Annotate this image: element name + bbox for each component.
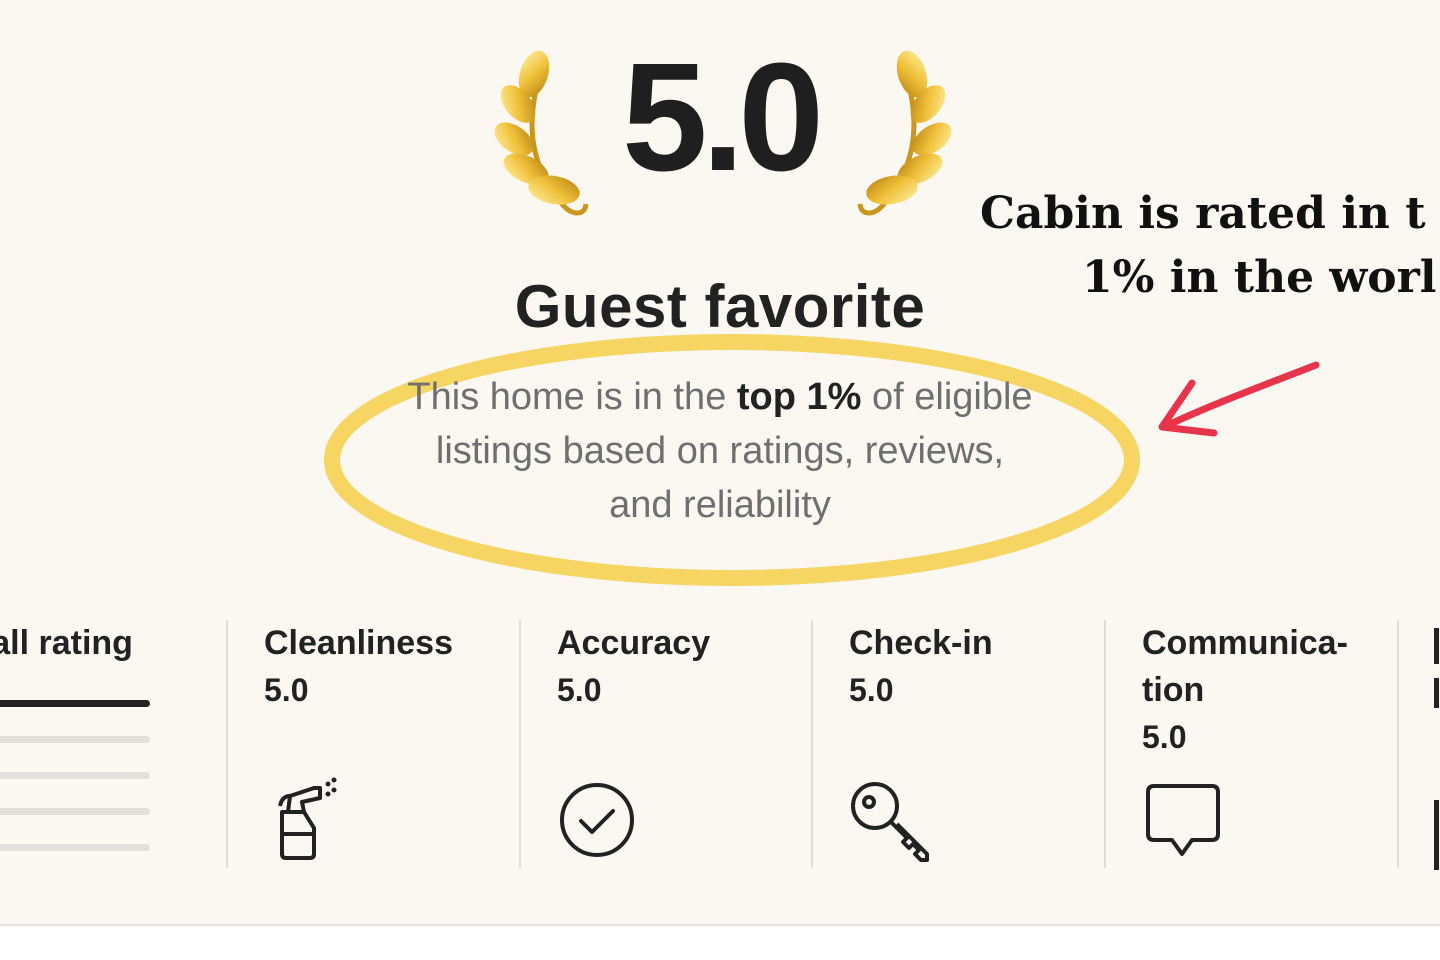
rating-bar-4 [0,736,150,743]
laurel-left-icon [494,50,589,216]
cleanliness-label: Cleanliness [264,624,453,662]
divider [1104,620,1106,868]
communication-label-continued: tion [1142,671,1205,709]
category-cleanliness: Cleanliness 5.0 [264,620,494,870]
category-accuracy: Accuracy 5.0 [557,620,787,870]
spray-bottle-icon [278,777,337,860]
rating-bar-1 [0,844,150,851]
check-in-value: 5.0 [849,672,894,708]
communication-value: 5.0 [1142,719,1187,755]
clipped-icon-fragment [1434,800,1439,870]
red-arrow-icon [1158,361,1320,437]
rating-bar-2 [0,808,150,815]
rating-bar-5-fill [0,700,150,707]
divider [1397,620,1399,868]
accuracy-label: Accuracy [557,624,711,662]
overall-rating: rall rating [0,620,178,870]
check-circle-icon [560,783,634,857]
overall-rating-label: rall rating [0,624,133,662]
category-check-in: Check-in 5.0 [849,620,1079,870]
laurel-right-icon [857,50,952,216]
clipped-label-fragment [1434,628,1439,664]
category-communication: Communica- tion 5.0 [1142,620,1382,870]
guest-favorite-description: This home is in the top 1% of eligible l… [400,370,1040,532]
speech-bubble-icon [1146,784,1220,856]
category-clipped [1434,620,1440,870]
rating-card: 5.0 Guest favorite This home is in the t… [0,0,1440,924]
divider [519,620,521,868]
description-highlight: top 1% [736,376,862,418]
key-icon [851,782,929,862]
annotation-text: Cabin is rated in t 1% in the worl [980,182,1440,310]
cleanliness-value: 5.0 [264,672,309,708]
rating-bar-5 [0,700,150,707]
rating-bar-3 [0,772,150,779]
divider [811,620,813,868]
divider [226,620,228,868]
annotation-line-1: Cabin is rated in t [980,188,1426,239]
clipped-value-fragment [1434,678,1439,708]
accuracy-value: 5.0 [557,672,602,708]
communication-label: Communica- [1142,624,1348,662]
bottom-divider [0,924,1440,926]
check-in-label: Check-in [849,624,993,662]
annotation-line-2: 1% in the worl [1082,252,1437,303]
description-text-start: This home is in the [407,376,737,418]
overall-score: 5.0 [621,31,824,203]
